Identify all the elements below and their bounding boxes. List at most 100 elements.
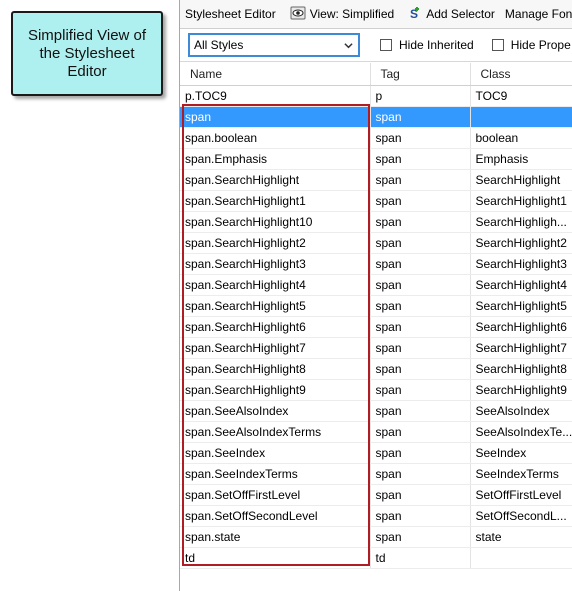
cell-tag: span bbox=[370, 169, 471, 191]
cell-class: SearchHighlight6 bbox=[470, 316, 572, 338]
table-row[interactable]: span span bbox=[180, 106, 572, 128]
cell-tag: span bbox=[370, 211, 471, 233]
table-header-row: Name Tag Class bbox=[180, 63, 572, 86]
cell-class: SearchHighlight3 bbox=[470, 253, 572, 275]
cell-class bbox=[470, 547, 572, 569]
column-header-class[interactable]: Class bbox=[470, 63, 572, 86]
cell-name: td bbox=[180, 547, 371, 569]
table-row[interactable]: span.SearchHighlight9 span SearchHighlight… bbox=[180, 379, 572, 401]
cell-name: span.SetOffSecondLevel bbox=[180, 505, 371, 527]
cell-class: SearchHighlight7 bbox=[470, 337, 572, 359]
hide-inherited-label: Hide Inherited bbox=[399, 38, 474, 52]
cell-tag: span bbox=[370, 526, 471, 548]
cell-class: SearchHighlight bbox=[470, 169, 572, 191]
cell-tag: span bbox=[370, 442, 471, 464]
cell-class: SearchHighlight4 bbox=[470, 274, 572, 296]
cell-class: Emphasis bbox=[470, 148, 572, 170]
hide-properties-box[interactable] bbox=[491, 39, 504, 51]
add-selector-icon: S bbox=[408, 6, 422, 23]
cell-name: span.SearchHighlight4 bbox=[180, 274, 371, 296]
cell-class: SetOffFirstLevel bbox=[470, 484, 572, 506]
table-row[interactable]: span.SeeAlsoIndex span SeeAlsoIndex bbox=[180, 400, 572, 422]
cell-tag: span bbox=[370, 358, 471, 380]
cell-class: SearchHighlight9 bbox=[470, 379, 572, 401]
column-header-name[interactable]: Name bbox=[180, 63, 371, 86]
table-row[interactable]: td td bbox=[180, 547, 572, 569]
filter-bar: All Styles Hide Inherited Hide Prope bbox=[180, 29, 572, 62]
manage-fonts-button[interactable]: Manage Fon bbox=[500, 0, 572, 28]
cell-name: span.SeeIndexTerms bbox=[180, 463, 371, 485]
table-row[interactable]: span.Emphasis span Emphasis bbox=[180, 148, 572, 170]
cell-class: SearchHighlight5 bbox=[470, 295, 572, 317]
cell-name: span.SearchHighlight2 bbox=[180, 232, 371, 254]
column-header-tag[interactable]: Tag bbox=[370, 63, 471, 86]
table-row[interactable]: span.SearchHighlight1 span SearchHighlight… bbox=[180, 190, 572, 212]
table-row[interactable]: span.SearchHighlight6 span SearchHighlight… bbox=[180, 316, 572, 338]
cell-tag: span bbox=[370, 379, 471, 401]
cell-name: span.SearchHighlight10 bbox=[180, 211, 371, 233]
table-row[interactable]: span.SearchHighlight10 span SearchHighligh… bbox=[180, 211, 572, 233]
cell-class: SeeAlsoIndex bbox=[470, 400, 572, 422]
cell-name: span.SeeAlsoIndexTerms bbox=[180, 421, 371, 443]
table-row[interactable]: span.SetOffFirstLevel span SetOffFirstLeve… bbox=[180, 484, 572, 506]
cell-tag: span bbox=[370, 106, 471, 128]
cell-class: boolean bbox=[470, 127, 572, 149]
cell-class bbox=[470, 106, 572, 128]
table-row[interactable]: span.boolean span boolean bbox=[180, 127, 572, 149]
cell-tag: span bbox=[370, 127, 471, 149]
cell-name: span.SearchHighlight7 bbox=[180, 337, 371, 359]
cell-class: SeeAlsoIndexTe... bbox=[470, 421, 572, 443]
table-row[interactable]: span.SearchHighlight7 span SearchHighlight… bbox=[180, 337, 572, 359]
table-row[interactable]: span.SearchHighlight2 span SearchHighlight… bbox=[180, 232, 572, 254]
view-simplified-button[interactable]: View: Simplified bbox=[285, 0, 399, 28]
add-selector-button[interactable]: S Add Selector bbox=[403, 0, 500, 28]
hide-inherited-box[interactable] bbox=[380, 39, 392, 51]
cell-tag: span bbox=[370, 505, 471, 527]
cell-class: SearchHighlight8 bbox=[470, 358, 572, 380]
table-row[interactable]: span.SeeIndex span SeeIndex bbox=[180, 442, 572, 464]
cell-tag: span bbox=[370, 148, 471, 170]
editor-title: Stylesheet Editor bbox=[180, 0, 281, 28]
cell-tag: span bbox=[370, 316, 471, 338]
cell-tag: span bbox=[370, 253, 471, 275]
table-row[interactable]: span.SearchHighlight span SearchHighlight bbox=[180, 169, 572, 191]
table-row[interactable]: span.SetOffSecondLevel span SetOffSecondL.… bbox=[180, 505, 572, 527]
cell-tag: span bbox=[370, 190, 471, 212]
cell-name: span.SearchHighlight9 bbox=[180, 379, 371, 401]
cell-name: span.SearchHighlight5 bbox=[180, 295, 371, 317]
cell-name: p.TOC9 bbox=[180, 85, 371, 107]
view-eye-icon bbox=[290, 6, 306, 23]
toolbar: Stylesheet Editor View: Simplified S Add bbox=[180, 0, 572, 29]
cell-class: state bbox=[470, 526, 572, 548]
cell-name: span.SetOffFirstLevel bbox=[180, 484, 371, 506]
editor-title-label: Stylesheet Editor bbox=[185, 7, 276, 21]
table-row[interactable]: span.state span state bbox=[180, 526, 572, 548]
cell-tag: span bbox=[370, 274, 471, 296]
cell-tag: span bbox=[370, 337, 471, 359]
cell-tag: p bbox=[370, 85, 471, 107]
cell-class: SearchHighlight2 bbox=[470, 232, 572, 254]
table-row[interactable]: span.SeeIndexTerms span SeeIndexTerms bbox=[180, 463, 572, 485]
hide-properties-label: Hide Prope bbox=[510, 38, 571, 52]
hide-inherited-checkbox[interactable]: Hide Inherited bbox=[380, 38, 474, 52]
callout-note: Simplified View of the Stylesheet Editor bbox=[11, 11, 163, 96]
table-row[interactable]: p.TOC9 p TOC9 bbox=[180, 85, 572, 107]
table-row[interactable]: span.SearchHighlight4 span SearchHighlight… bbox=[180, 274, 572, 296]
cell-name: span.SearchHighlight bbox=[180, 169, 371, 191]
cell-class: SetOffSecondL... bbox=[470, 505, 572, 527]
style-filter-select[interactable]: All Styles bbox=[188, 33, 360, 57]
cell-class: SeeIndexTerms bbox=[470, 463, 572, 485]
cell-class: SearchHighligh... bbox=[470, 211, 572, 233]
cell-tag: span bbox=[370, 400, 471, 422]
cell-class: TOC9 bbox=[470, 85, 572, 107]
table-row[interactable]: span.SearchHighlight8 span SearchHighlight… bbox=[180, 358, 572, 380]
style-filter-value: All Styles bbox=[194, 38, 244, 52]
hide-properties-checkbox[interactable]: Hide Prope bbox=[491, 38, 571, 52]
table-row[interactable]: span.SeeAlsoIndexTerms span SeeAlsoIndexTe… bbox=[180, 421, 572, 443]
cell-name: span.SearchHighlight8 bbox=[180, 358, 371, 380]
table-row[interactable]: span.SearchHighlight5 span SearchHighlight… bbox=[180, 295, 572, 317]
callout-text: Simplified View of the Stylesheet Editor bbox=[27, 26, 147, 80]
table-row[interactable]: span.SearchHighlight3 span SearchHighlight… bbox=[180, 253, 572, 275]
cell-tag: span bbox=[370, 484, 471, 506]
cell-name: span.Emphasis bbox=[180, 148, 371, 170]
